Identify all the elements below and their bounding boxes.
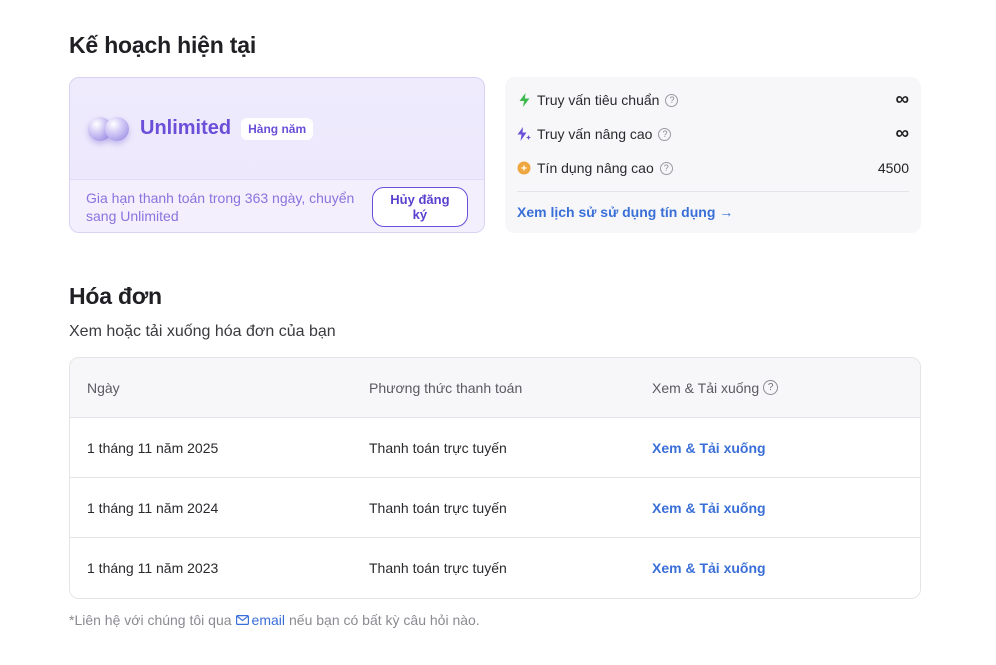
column-header-date: Ngày: [87, 379, 120, 396]
table-row: 1 tháng 11 năm 2023 Thanh toán trực tuyế…: [70, 538, 920, 598]
unlimited-logo-icon: [88, 112, 130, 146]
credit-value: 4500: [877, 160, 909, 176]
invoices-table: Ngày Phương thức thanh toán Xem & Tải xu…: [69, 357, 921, 599]
plan-section-title: Kế hoạch hiện tại: [69, 32, 257, 58]
lightning-icon: [517, 93, 531, 107]
email-link[interactable]: email: [252, 612, 285, 628]
contact-footer: *Liên hệ với chúng tôi qua email nếu bạn…: [69, 612, 480, 628]
plan-footer: Gia hạn thanh toán trong 363 ngày, chuyể…: [70, 179, 484, 232]
help-icon[interactable]: ?: [665, 93, 679, 107]
footer-suffix: nếu bạn có bất kỳ câu hỏi nào.: [289, 612, 480, 628]
help-icon[interactable]: ?: [658, 127, 672, 141]
footer-prefix: *Liên hệ với chúng tôi qua: [69, 612, 232, 628]
invoice-date: 1 tháng 11 năm 2025: [87, 439, 219, 456]
view-download-link[interactable]: Xem & Tải xuống: [652, 560, 766, 576]
credit-row-standard: Truy vấn tiêu chuẩn ? ∞: [517, 89, 909, 110]
billing-cycle-badge: Hàng năm: [241, 117, 314, 140]
column-header-payment-method: Phương thức thanh toán: [369, 379, 523, 396]
plan-name: Unlimited: [140, 117, 232, 139]
credit-row-credits: Tín dụng nâng cao ? 4500: [517, 158, 909, 178]
table-header: Ngày Phương thức thanh toán Xem & Tải xu…: [70, 358, 920, 418]
invoices-section-title: Hóa đơn: [69, 283, 162, 309]
credit-history-link-label: Xem lịch sử sử dụng tín dụng: [517, 204, 716, 220]
credit-row-advanced: Truy vấn nâng cao ? ∞: [517, 123, 909, 144]
plan-card: Unlimited Hàng năm Gia hạn thanh toán tr…: [69, 77, 485, 233]
credit-label: Truy vấn nâng cao: [537, 126, 653, 142]
credit-label: Truy vấn tiêu chuẩn: [537, 92, 660, 108]
cancel-subscription-button[interactable]: Hủy đăng ký: [371, 187, 468, 227]
invoice-payment-method: Thanh toán trực tuyến: [369, 499, 507, 516]
invoice-payment-method: Thanh toán trực tuyến: [369, 439, 507, 456]
table-row: 1 tháng 11 năm 2024 Thanh toán trực tuyế…: [70, 478, 920, 538]
view-download-link[interactable]: Xem & Tải xuống: [652, 440, 766, 456]
invoices-subtitle: Xem hoặc tải xuống hóa đơn của bạn: [69, 323, 336, 340]
credit-value: ∞: [895, 89, 909, 110]
arrow-right-icon: →: [719, 204, 734, 220]
credit-label: Tín dụng nâng cao: [537, 160, 654, 176]
credits-card: Truy vấn tiêu chuẩn ? ∞ Truy vấn nâng ca…: [505, 77, 921, 233]
invoice-date: 1 tháng 11 năm 2023: [87, 560, 219, 576]
column-header-label: Xem & Tải xuống: [652, 379, 760, 396]
invoice-payment-method: Thanh toán trực tuyến: [369, 560, 507, 576]
renewal-description: Gia hạn thanh toán trong 363 ngày, chuyể…: [86, 190, 355, 224]
table-row: 1 tháng 11 năm 2025 Thanh toán trực tuyế…: [70, 418, 920, 478]
divider: [517, 191, 909, 192]
column-header-view-download: Xem & Tải xuống ?: [652, 358, 779, 417]
mail-icon: [235, 615, 249, 625]
plan-header: Unlimited Hàng năm: [70, 78, 484, 179]
invoice-date: 1 tháng 11 năm 2024: [87, 499, 219, 516]
credit-value: ∞: [895, 123, 909, 144]
coin-icon: [517, 161, 531, 175]
view-download-link[interactable]: Xem & Tải xuống: [652, 500, 766, 516]
help-icon[interactable]: ?: [763, 380, 779, 395]
sparkle-lightning-icon: [517, 127, 531, 141]
credit-history-link[interactable]: Xem lịch sử sử dụng tín dụng →: [517, 204, 733, 220]
help-icon[interactable]: ?: [659, 161, 673, 175]
